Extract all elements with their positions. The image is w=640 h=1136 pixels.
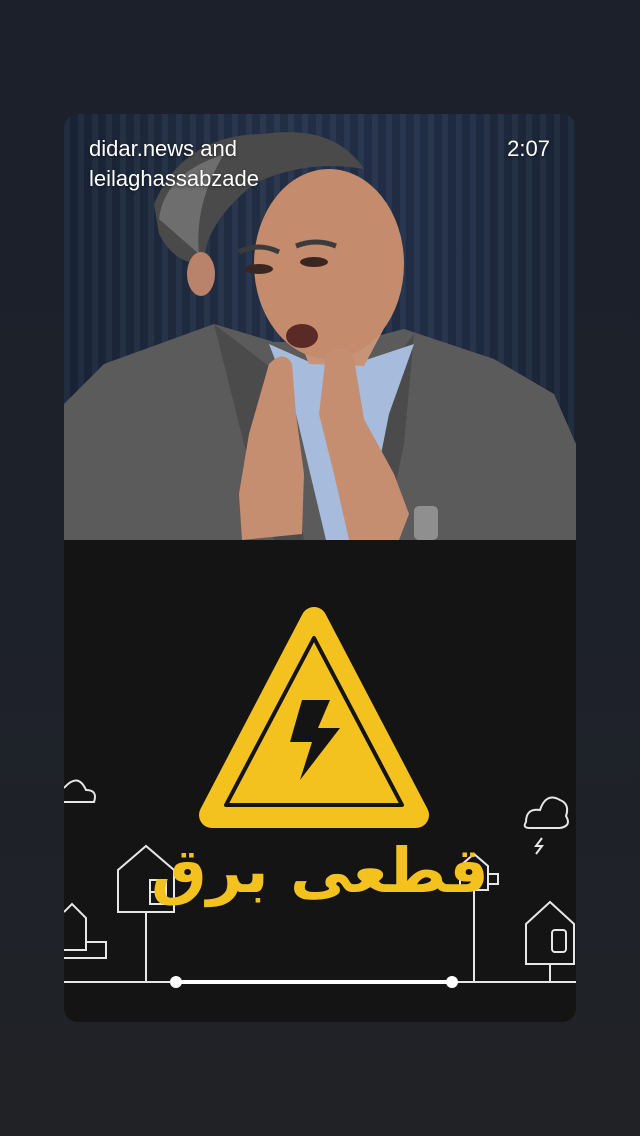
story-card[interactable]: didar.news and leilaghassabzade 2:07 قطع…: [64, 114, 576, 1022]
story-author[interactable]: didar.news and leilaghassabzade: [89, 134, 389, 194]
lightning-warning-icon: [199, 607, 429, 828]
story-author-line1: didar.news and: [89, 136, 237, 161]
poster-graphics: [64, 607, 576, 988]
video-frame[interactable]: didar.news and leilaghassabzade 2:07: [64, 114, 576, 540]
poster-title: قطعی برق: [151, 834, 489, 907]
story-timestamp: 2:07: [507, 136, 550, 161]
power-outage-poster: قطعی برق: [64, 540, 576, 1022]
story-author-line2: leilaghassabzade: [89, 166, 260, 191]
